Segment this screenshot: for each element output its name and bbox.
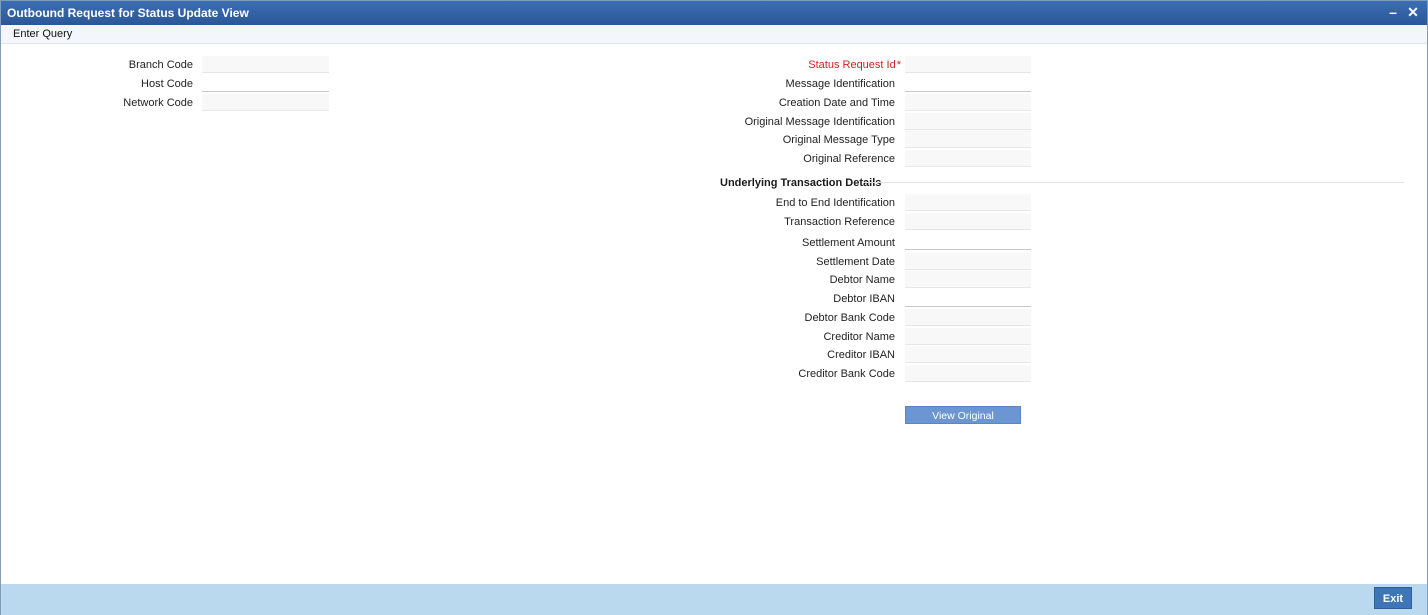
branch-code-field[interactable]: [202, 56, 329, 73]
settlement-amount-label: Settlement Amount: [802, 237, 895, 249]
creditor-name-label: Creditor Name: [823, 331, 895, 343]
status-request-id-label: Status Request Id*: [808, 59, 901, 71]
creditor-iban-field[interactable]: [905, 346, 1031, 363]
network-code-field[interactable]: [202, 94, 329, 111]
enter-query-button[interactable]: Enter Query: [13, 28, 72, 40]
debtor-iban-field[interactable]: [905, 290, 1031, 307]
creditor-iban-label: Creditor IBAN: [827, 349, 895, 361]
debtor-name-field[interactable]: [905, 271, 1031, 288]
required-marker: *: [896, 59, 901, 71]
debtor-name-label: Debtor Name: [829, 274, 895, 286]
debtor-iban-label: Debtor IBAN: [833, 293, 895, 305]
minimize-icon[interactable]: –: [1385, 4, 1401, 20]
end-to-end-identification-label: End to End Identification: [775, 197, 895, 209]
settlement-date-field[interactable]: [905, 253, 1031, 270]
creation-date-time-field[interactable]: [905, 94, 1031, 111]
original-message-identification-label: Original Message Identification: [744, 116, 895, 128]
exit-button[interactable]: Exit: [1374, 587, 1412, 609]
original-reference-field[interactable]: [905, 150, 1031, 167]
host-code-field[interactable]: [202, 75, 329, 92]
original-message-identification-field[interactable]: [905, 113, 1031, 130]
main-window: Outbound Request for Status Update View …: [0, 0, 1428, 615]
transaction-reference-field[interactable]: [905, 213, 1031, 230]
underlying-transaction-details-heading: Underlying Transaction Details: [720, 177, 882, 189]
status-request-id-label-text: Status Request Id: [808, 59, 896, 71]
host-code-label: Host Code: [141, 78, 193, 90]
creditor-name-field[interactable]: [905, 328, 1031, 345]
debtor-bank-code-field[interactable]: [905, 309, 1031, 326]
original-reference-label: Original Reference: [803, 153, 895, 165]
toolbar: Enter Query: [1, 25, 1427, 44]
debtor-bank-code-label: Debtor Bank Code: [804, 312, 896, 324]
message-identification-label: Message Identification: [785, 78, 895, 90]
creditor-bank-code-label: Creditor Bank Code: [798, 368, 895, 380]
original-message-type-field[interactable]: [905, 131, 1031, 148]
settlement-date-label: Settlement Date: [816, 256, 895, 268]
end-to-end-identification-field[interactable]: [905, 194, 1031, 211]
message-identification-field[interactable]: [905, 75, 1031, 92]
section-divider: [865, 182, 1404, 183]
creation-date-time-label: Creation Date and Time: [778, 97, 895, 109]
title-bar: Outbound Request for Status Update View …: [1, 1, 1427, 25]
network-code-label: Network Code: [123, 97, 193, 109]
close-icon[interactable]: ✕: [1405, 4, 1421, 20]
original-message-type-label: Original Message Type: [782, 134, 895, 146]
window-title: Outbound Request for Status Update View: [7, 6, 249, 20]
footer-bar: [1, 584, 1427, 615]
creditor-bank-code-field[interactable]: [905, 365, 1031, 382]
transaction-reference-label: Transaction Reference: [784, 216, 895, 228]
branch-code-label: Branch Code: [128, 59, 193, 71]
view-original-transaction-button[interactable]: View Original Transaction: [905, 406, 1021, 440]
settlement-amount-field[interactable]: [905, 233, 1031, 250]
status-request-id-field[interactable]: [905, 56, 1031, 73]
